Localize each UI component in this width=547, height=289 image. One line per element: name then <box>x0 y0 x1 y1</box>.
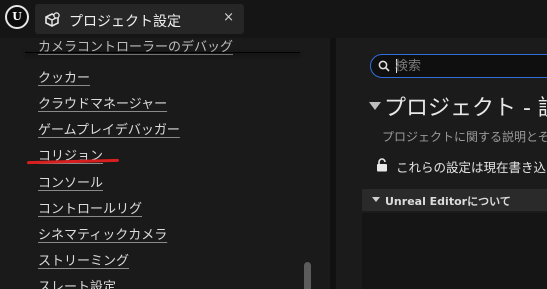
sidebar-item-slate-settings[interactable]: スレート設定 <box>38 276 116 289</box>
sidebar-item-cinematic-camera[interactable]: シネマティックカメラ <box>38 224 167 243</box>
sidebar-item-control-rig[interactable]: コントロールリグ <box>38 198 142 217</box>
tab-title: プロジェクト設定 <box>69 14 181 30</box>
close-icon[interactable]: × <box>223 10 234 25</box>
category-body <box>362 213 547 289</box>
section-title: プロジェクト - 説 <box>384 96 547 121</box>
section-description: プロジェクトに関する説明とそ <box>382 130 547 144</box>
chevron-down-icon <box>372 197 380 202</box>
navigation-divider <box>25 52 300 53</box>
search-box[interactable] <box>370 54 547 78</box>
category-label: Unreal Editorについて <box>385 195 511 208</box>
sidebar-item-cloud-manager[interactable]: クラウドマネージャー <box>38 93 167 112</box>
scrollbar-thumb[interactable] <box>304 262 311 289</box>
search-input[interactable] <box>395 57 547 75</box>
category-header-unreal-editor[interactable]: Unreal Editorについて <box>362 189 547 211</box>
unlock-icon <box>377 158 387 172</box>
tab-project-settings[interactable]: プロジェクト設定 × <box>35 4 244 34</box>
sidebar-item-console[interactable]: コンソール <box>38 172 103 191</box>
settings-navigation-pane: カメラコントローラーのデバッグ クッカー クラウドマネージャー ゲームプレイデバ… <box>0 38 330 289</box>
settings-details-pane: プロジェクト - 説 プロジェクトに関する説明とそ これらの設定は現在書き込 U… <box>336 38 547 289</box>
sidebar-item-streaming[interactable]: ストリーミング <box>38 250 129 269</box>
settings-write-status: これらの設定は現在書き込 <box>396 160 547 175</box>
sidebar-item-cooker[interactable]: クッカー <box>38 67 90 86</box>
title-bar: U プロジェクト設定 × <box>0 0 547 38</box>
sidebar-item-gameplay-debugger[interactable]: ゲームプレイデバッガー <box>38 119 180 138</box>
collapse-arrow-icon[interactable] <box>369 102 381 110</box>
search-icon <box>378 60 390 72</box>
unreal-logo-icon[interactable]: U <box>5 5 29 29</box>
settings-cube-icon <box>45 12 60 27</box>
